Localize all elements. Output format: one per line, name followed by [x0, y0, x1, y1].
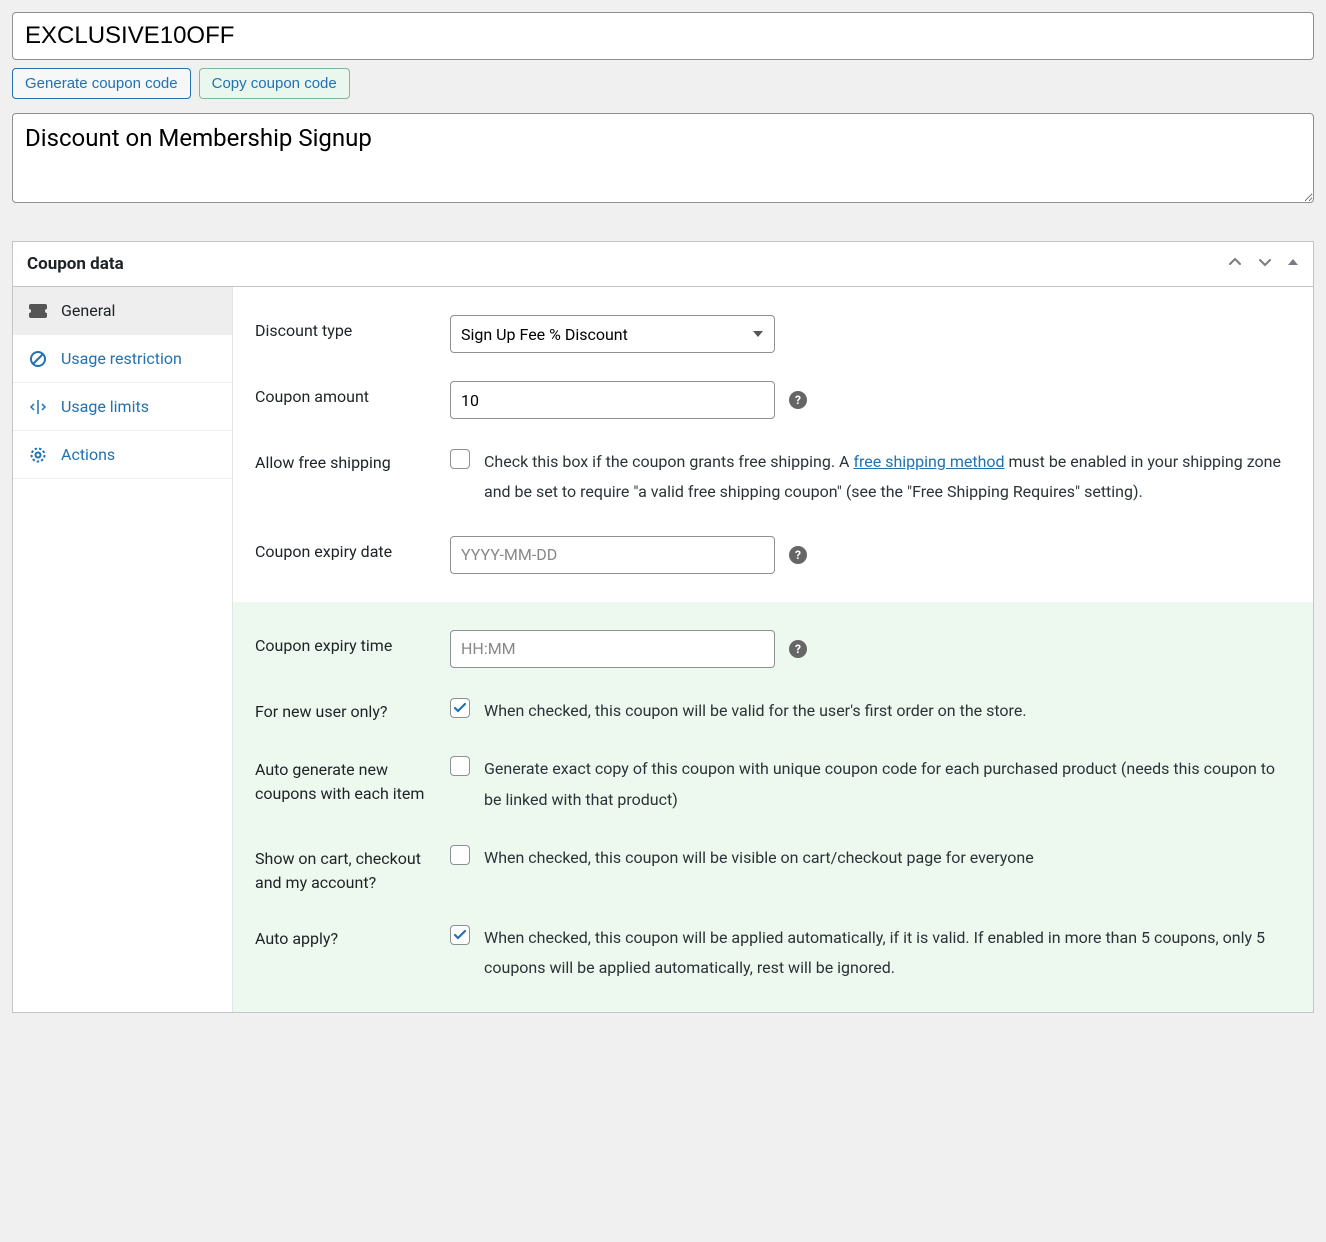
free-shipping-checkbox[interactable]: [450, 449, 470, 469]
label-expiry-time: Coupon expiry time: [255, 630, 450, 658]
field-expiry-date: Coupon expiry date ?: [255, 522, 1291, 588]
ban-icon: [29, 350, 47, 368]
field-auto-apply: Auto apply? When checked, this coupon wi…: [255, 909, 1291, 998]
panel-title: Coupon data: [27, 254, 124, 274]
discount-type-select[interactable]: Sign Up Fee % Discount: [450, 315, 775, 353]
limits-icon: [29, 398, 47, 416]
tab-actions[interactable]: Actions: [13, 431, 232, 479]
label-coupon-amount: Coupon amount: [255, 381, 450, 409]
coupon-code-input[interactable]: [12, 12, 1314, 60]
coupon-description-input[interactable]: [12, 113, 1314, 203]
new-user-checkbox[interactable]: [450, 698, 470, 718]
coupon-amount-input[interactable]: [450, 381, 775, 419]
label-new-user: For new user only?: [255, 696, 450, 724]
field-auto-generate: Auto generate new coupons with each item…: [255, 740, 1291, 829]
gear-icon: [29, 446, 47, 464]
field-coupon-amount: Coupon amount ?: [255, 367, 1291, 433]
tab-label: Actions: [61, 445, 115, 464]
field-expiry-time: Coupon expiry time ?: [255, 616, 1291, 682]
field-free-shipping: Allow free shipping Check this box if th…: [255, 433, 1291, 522]
label-expiry-date: Coupon expiry date: [255, 536, 450, 564]
panel-body: General Usage restriction Usage limits A…: [13, 287, 1313, 1012]
label-discount-type: Discount type: [255, 315, 450, 343]
section-extended: Coupon expiry time ? For new user only? …: [233, 602, 1313, 1012]
expiry-time-input[interactable]: [450, 630, 775, 668]
help-icon[interactable]: ?: [789, 640, 807, 658]
auto-generate-checkbox[interactable]: [450, 756, 470, 776]
section-default: Discount type Sign Up Fee % Discount Cou…: [233, 287, 1313, 602]
free-shipping-desc: Check this box if the coupon grants free…: [484, 447, 1291, 508]
tab-label: Usage restriction: [61, 349, 182, 368]
label-free-shipping: Allow free shipping: [255, 447, 450, 475]
new-user-desc: When checked, this coupon will be valid …: [484, 696, 1291, 726]
panel-controls: [1227, 254, 1299, 274]
coupon-data-panel: Coupon data General: [12, 241, 1314, 1013]
caret-up-icon[interactable]: [1287, 254, 1299, 274]
field-show-on-cart: Show on cart, checkout and my account? W…: [255, 829, 1291, 909]
copy-coupon-button[interactable]: Copy coupon code: [199, 68, 350, 99]
auto-generate-desc: Generate exact copy of this coupon with …: [484, 754, 1291, 815]
auto-apply-desc: When checked, this coupon will be applie…: [484, 923, 1291, 984]
tab-usage-limits[interactable]: Usage limits: [13, 383, 232, 431]
panel-header: Coupon data: [13, 242, 1313, 287]
chevron-up-icon[interactable]: [1227, 254, 1243, 274]
help-icon[interactable]: ?: [789, 546, 807, 564]
chevron-down-icon[interactable]: [1257, 254, 1273, 274]
tab-general[interactable]: General: [13, 287, 232, 335]
ticket-icon: [29, 302, 47, 320]
tab-label: General: [61, 301, 115, 320]
show-on-cart-desc: When checked, this coupon will be visibl…: [484, 843, 1291, 873]
tab-usage-restriction[interactable]: Usage restriction: [13, 335, 232, 383]
label-auto-apply: Auto apply?: [255, 923, 450, 951]
expiry-date-input[interactable]: [450, 536, 775, 574]
tab-content: Discount type Sign Up Fee % Discount Cou…: [233, 287, 1313, 1012]
field-new-user: For new user only? When checked, this co…: [255, 682, 1291, 740]
help-icon[interactable]: ?: [789, 391, 807, 409]
coupon-buttons-row: Generate coupon code Copy coupon code: [12, 68, 1314, 99]
desc-text: Check this box if the coupon grants free…: [484, 452, 853, 471]
show-on-cart-checkbox[interactable]: [450, 845, 470, 865]
free-shipping-method-link[interactable]: free shipping method: [853, 452, 1004, 471]
tabs-sidebar: General Usage restriction Usage limits A…: [13, 287, 233, 1012]
generate-coupon-button[interactable]: Generate coupon code: [12, 68, 191, 99]
field-discount-type: Discount type Sign Up Fee % Discount: [255, 301, 1291, 367]
auto-apply-checkbox[interactable]: [450, 925, 470, 945]
label-auto-generate: Auto generate new coupons with each item: [255, 754, 450, 806]
label-show-on-cart: Show on cart, checkout and my account?: [255, 843, 450, 895]
tab-label: Usage limits: [61, 397, 149, 416]
